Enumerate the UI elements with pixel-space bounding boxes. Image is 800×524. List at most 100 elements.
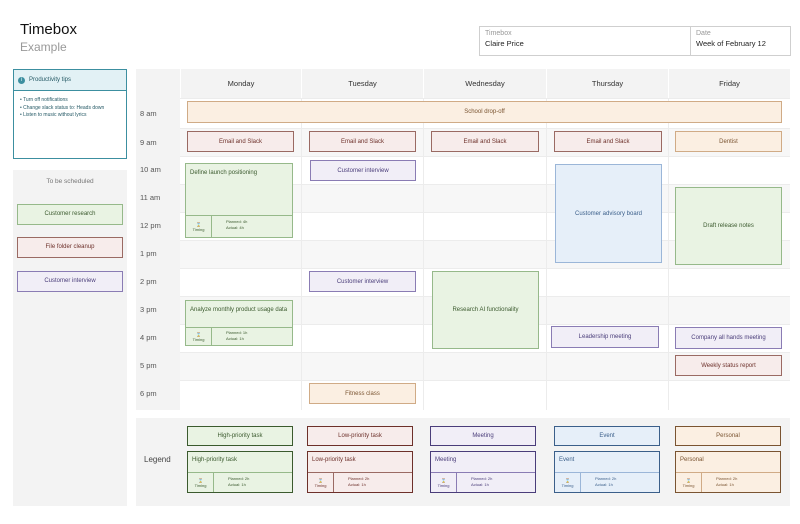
event-title: Define launch positioning (190, 170, 258, 176)
timer-icon: ⌛ Timing (188, 473, 214, 492)
timing-block: ⌛ Timing Planned: 2h Actual: 1h (431, 472, 535, 492)
timebox-field[interactable]: Timebox Claire Price (480, 27, 691, 55)
to-be-scheduled-title: To be scheduled (46, 178, 94, 185)
event-draft-release-notes[interactable]: Draft release notes (675, 187, 782, 265)
timing-label: Timing (192, 226, 205, 232)
timing-values: Planned: 2h Actual: 1h (581, 473, 616, 492)
timing-values: Planned: 2h Actual: 1h (334, 473, 369, 492)
time-label: 12 pm (140, 221, 161, 230)
legend-card-title: Meeting (435, 457, 457, 463)
tip-item: Listen to music without lyrics (20, 112, 120, 120)
day-divider (668, 98, 669, 410)
timebox-label: Timebox (485, 30, 512, 37)
timing-values: Planned: 2h Actual: 1h (214, 473, 249, 492)
timing-values: Planned: 4h Actual: 4h (212, 216, 247, 237)
timing-values: Planned: 2h Actual: 1h (457, 473, 492, 492)
event-define-launch-positioning[interactable]: Define launch positioning ⌛ Timing Planne… (185, 163, 293, 238)
event-email-slack-tuesday[interactable]: Email and Slack (309, 131, 416, 152)
unscheduled-task[interactable]: Customer research (17, 204, 123, 225)
legend-meeting: Meeting (430, 426, 536, 446)
time-label: 9 am (140, 138, 157, 147)
legend-card-personal: Personal ⌛ Timing Planned: 2h Actual: 1h (675, 451, 781, 493)
actual-value: Actual: 1h (226, 336, 244, 341)
legend-personal: Personal (675, 426, 781, 446)
event-dentist[interactable]: Dentist (675, 131, 782, 152)
timing-block: ⌛ Timing Planned: 1h Actual: 1h (186, 327, 292, 345)
timing-label: Timing (682, 482, 695, 488)
event-email-slack-thursday[interactable]: Email and Slack (554, 131, 662, 152)
day-header-thursday: Thursday (546, 69, 668, 98)
info-icon: i (18, 76, 25, 84)
actual-value: Actual: 4h (226, 225, 244, 230)
legend-card-meeting: Meeting ⌛ Timing Planned: 2h Actual: 1h (430, 451, 536, 493)
timing-label: Timing (437, 482, 450, 488)
time-label: 11 am (140, 193, 161, 202)
timing-label: Timing (314, 482, 327, 488)
actual-value: Actual: 1h (348, 482, 366, 487)
date-label: Date (696, 30, 711, 37)
day-divider (301, 98, 302, 410)
tip-item: Turn off notifications (20, 97, 120, 105)
timing-block: ⌛ Timing Planned: 2h Actual: 1h (555, 472, 659, 492)
legend-card-title: Personal (680, 457, 704, 463)
event-research-ai-functionality[interactable]: Research AI functionality (432, 271, 539, 349)
date-field[interactable]: Date Week of February 12 (691, 27, 790, 55)
legend-card-title: Event (559, 457, 575, 463)
timer-icon: ⌛ Timing (676, 473, 702, 492)
hour-row (180, 380, 790, 410)
time-label: 6 pm (140, 389, 157, 398)
event-company-all-hands[interactable]: Company all hands meeting (675, 327, 782, 349)
day-header-wednesday: Wednesday (423, 69, 546, 98)
timing-values: Planned: 1h Actual: 1h (212, 328, 247, 345)
event-fitness-class[interactable]: Fitness class (309, 383, 416, 404)
legend-card-event: Event ⌛ Timing Planned: 2h Actual: 1h (554, 451, 660, 493)
event-customer-interview[interactable]: Customer interview (310, 160, 416, 181)
to-be-scheduled-panel: To be scheduled Customer research File f… (13, 170, 127, 506)
timer-icon: ⌛ Timing (186, 216, 212, 237)
day-header-tuesday: Tuesday (301, 69, 423, 98)
day-divider (546, 98, 547, 410)
time-label: 3 pm (140, 305, 157, 314)
timing-block: ⌛ Timing Planned: 4h Actual: 4h (186, 215, 292, 237)
timer-icon: ⌛ Timing (555, 473, 581, 492)
timing-values: Planned: 2h Actual: 1h (702, 473, 737, 492)
event-customer-advisory-board[interactable]: Customer advisory board (555, 164, 662, 263)
timing-block: ⌛ Timing Planned: 2h Actual: 1h (308, 472, 412, 492)
timing-block: ⌛ Timing Planned: 2h Actual: 1h (676, 472, 780, 492)
legend-card-low-priority: Low-priority task ⌛ Timing Planned: 2h Act… (307, 451, 413, 493)
actual-value: Actual: 1h (471, 482, 489, 487)
legend-card-title: High-priority task (192, 457, 238, 463)
event-school-drop-off[interactable]: School drop-off (187, 101, 782, 123)
timer-icon: ⌛ Timing (308, 473, 334, 492)
timebox-value: Claire Price (485, 39, 524, 48)
time-label: 2 pm (140, 277, 157, 286)
unscheduled-task[interactable]: File folder cleanup (17, 237, 123, 258)
event-customer-interview[interactable]: Customer interview (309, 271, 416, 292)
event-email-slack-wednesday[interactable]: Email and Slack (431, 131, 539, 152)
legend-low-priority: Low-priority task (307, 426, 413, 446)
date-value: Week of February 12 (696, 39, 766, 48)
time-label: 1 pm (140, 249, 157, 258)
tip-item: Change slack status to: Heads down (20, 105, 120, 113)
event-title: Analyze monthly product usage data (190, 307, 288, 313)
timing-block: ⌛ Timing Planned: 2h Actual: 1h (188, 472, 292, 492)
page-subtitle: Example (20, 40, 67, 54)
timing-label: Timing (192, 336, 205, 342)
timer-icon: ⌛ Timing (186, 328, 212, 345)
timer-icon: ⌛ Timing (431, 473, 457, 492)
actual-value: Actual: 1h (595, 482, 613, 487)
unscheduled-task[interactable]: Customer interview (17, 271, 123, 292)
event-email-slack-monday[interactable]: Email and Slack (187, 131, 294, 152)
event-weekly-status-report[interactable]: Weekly status report (675, 355, 782, 376)
time-label: 4 pm (140, 333, 157, 342)
event-leadership-meeting[interactable]: Leadership meeting (551, 326, 659, 348)
day-header-friday: Friday (668, 69, 790, 98)
legend-card-title: Low-priority task (312, 457, 356, 463)
event-analyze-usage-data[interactable]: Analyze monthly product usage data ⌛ Timi… (185, 300, 293, 346)
legend-event: Event (554, 426, 660, 446)
time-label: 8 am (140, 109, 157, 118)
actual-value: Actual: 1h (228, 482, 246, 487)
legend-high-priority: High-priority task (187, 426, 293, 446)
day-divider (423, 98, 424, 410)
tips-title: Productivity tips (29, 77, 72, 83)
